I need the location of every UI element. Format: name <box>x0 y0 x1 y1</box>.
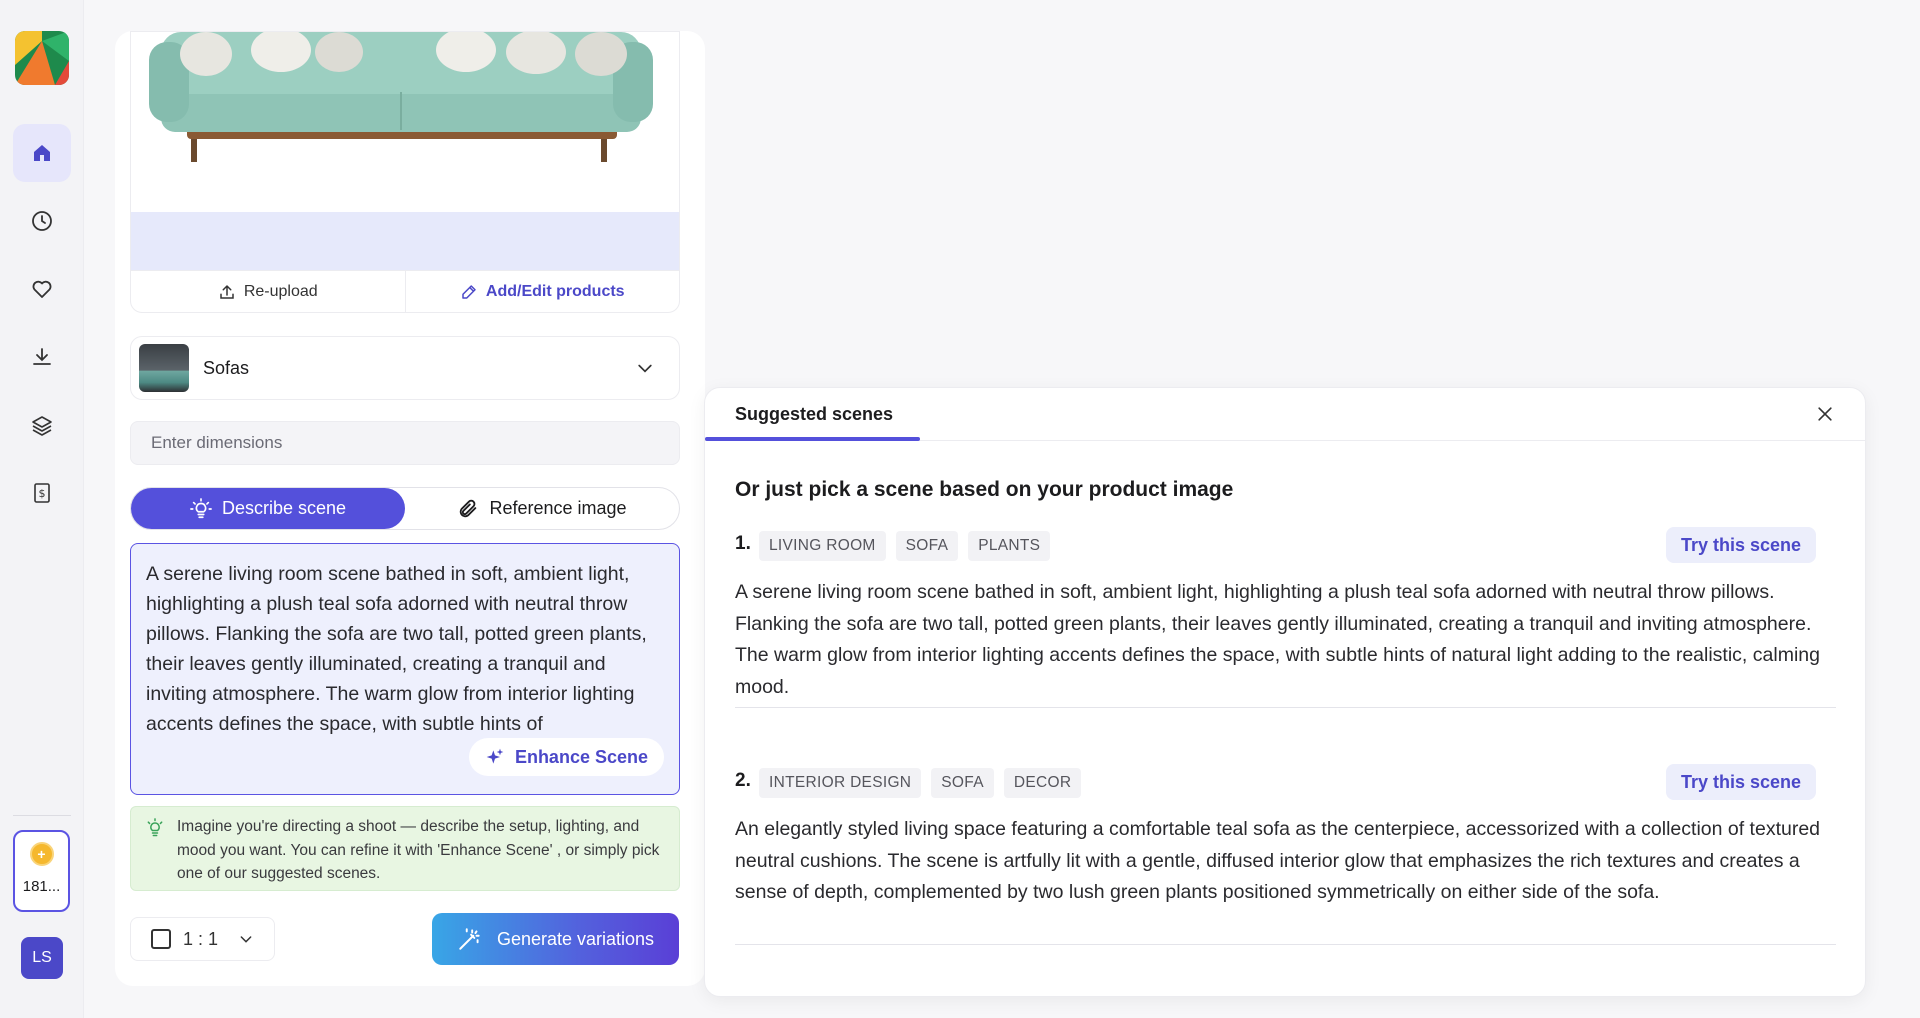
describe-scene-label: Describe scene <box>221 498 347 518</box>
lightbulb-icon <box>147 818 163 837</box>
reupload-button[interactable]: Re-upload <box>131 271 406 312</box>
svg-text:$: $ <box>39 487 46 500</box>
category-thumbnail <box>139 344 189 392</box>
chevron-down-icon <box>638 364 652 373</box>
scene-tag: INTERIOR DESIGN <box>759 768 922 798</box>
nav-favorites-button[interactable] <box>13 260 71 318</box>
app-logo-icon[interactable] <box>15 31 69 85</box>
scene-tag: DECOR <box>1003 768 1082 798</box>
credits-count: 181... <box>22 878 61 895</box>
receipt-dollar-icon: $ <box>34 483 50 503</box>
scene-tag: PLANTS <box>968 531 1051 561</box>
hint-text: Imagine you're directing a shoot — descr… <box>177 818 660 882</box>
tab-describe-scene[interactable]: Describe scene <box>131 488 405 529</box>
scene-description: An elegantly styled living space featuri… <box>735 818 1821 903</box>
try-this-scene-button[interactable]: Try this scene <box>1665 764 1816 800</box>
left-rail: $ + 181... LS <box>0 0 84 1018</box>
scene-tag: SOFA <box>931 768 994 798</box>
hint-box: Imagine you're directing a shoot — descr… <box>130 806 680 891</box>
tab-reference-image[interactable]: Reference image <box>405 488 679 529</box>
scene-number: 2. <box>735 770 751 791</box>
coin-icon: + <box>29 842 54 866</box>
try-this-scene-button[interactable]: Try this scene <box>1665 527 1816 563</box>
upload-icon <box>220 284 234 299</box>
scene-tag: LIVING ROOM <box>759 531 886 561</box>
scene-mode-toggle: Describe scene Reference image <box>130 487 680 530</box>
nav-billing-button[interactable]: $ <box>13 464 71 522</box>
add-edit-products-button[interactable]: Add/Edit products <box>406 271 680 312</box>
scene-tag: SOFA <box>895 531 959 561</box>
enhance-scene-button[interactable]: Enhance Scene <box>468 738 664 776</box>
rail-divider <box>13 815 71 816</box>
home-icon <box>34 145 50 161</box>
enhance-scene-label: Enhance Scene <box>514 746 648 767</box>
suggested-scene-item: 1. LIVING ROOM SOFA PLANTS Try this scen… <box>735 527 1836 708</box>
suggested-scenes-subtitle: Or just pick a scene based on your produ… <box>735 478 1234 501</box>
active-tab-indicator <box>705 437 920 441</box>
paperclip-icon <box>460 499 477 517</box>
credits-button[interactable]: + 181... <box>13 830 70 912</box>
generate-variations-label: Generate variations <box>496 928 655 949</box>
product-image-band <box>131 212 679 270</box>
lightbulb-icon <box>190 497 212 518</box>
scene-tags: LIVING ROOM SOFA PLANTS <box>759 531 1051 561</box>
chevron-down-icon <box>240 936 252 943</box>
user-avatar[interactable]: LS <box>21 937 63 979</box>
clock-icon <box>32 211 52 231</box>
heart-icon <box>32 280 52 298</box>
aspect-ratio-select[interactable]: 1 : 1 <box>130 917 275 961</box>
product-actions: Re-upload Add/Edit products <box>131 270 680 312</box>
category-select[interactable]: Sofas <box>130 336 680 400</box>
suggested-scenes-header: Suggested scenes <box>705 388 1865 441</box>
suggested-scene-item: 2. INTERIOR DESIGN SOFA DECOR Try this s… <box>735 764 1836 945</box>
dimensions-input[interactable]: Enter dimensions <box>130 421 680 465</box>
reference-image-label: Reference image <box>489 498 627 518</box>
nav-home-button[interactable] <box>13 124 71 182</box>
close-icon[interactable] <box>1815 404 1835 424</box>
suggested-scenes-dialog: Suggested scenes Or just pick a scene ba… <box>704 387 1866 997</box>
download-icon <box>33 348 51 365</box>
scene-description-text: A serene living room scene bathed in sof… <box>146 563 647 735</box>
nav-downloads-button[interactable] <box>13 328 71 386</box>
generate-variations-button[interactable]: Generate variations <box>432 913 679 965</box>
tab-suggested-scenes[interactable]: Suggested scenes <box>735 404 893 425</box>
scene-description: A serene living room scene bathed in sof… <box>735 581 1820 698</box>
layers-icon <box>32 416 52 436</box>
scene-description-textarea[interactable]: A serene living room scene bathed in sof… <box>130 543 680 795</box>
sparkle-icon <box>486 748 504 764</box>
aspect-ratio-value: 1 : 1 <box>183 928 219 949</box>
product-preview-card: Re-upload Add/Edit products <box>130 31 680 313</box>
nav-layers-button[interactable] <box>13 396 71 454</box>
nav-history-button[interactable] <box>13 192 71 250</box>
category-label: Sofas <box>203 357 250 378</box>
scene-number: 1. <box>735 533 751 554</box>
add-edit-products-label: Add/Edit products <box>485 283 625 300</box>
reupload-label: Re-upload <box>243 283 318 300</box>
scene-tags: INTERIOR DESIGN SOFA DECOR <box>759 768 1082 798</box>
edit-icon <box>462 285 476 299</box>
magic-wand-icon <box>459 928 480 950</box>
product-image <box>131 32 679 212</box>
aspect-ratio-square-icon <box>151 929 171 949</box>
